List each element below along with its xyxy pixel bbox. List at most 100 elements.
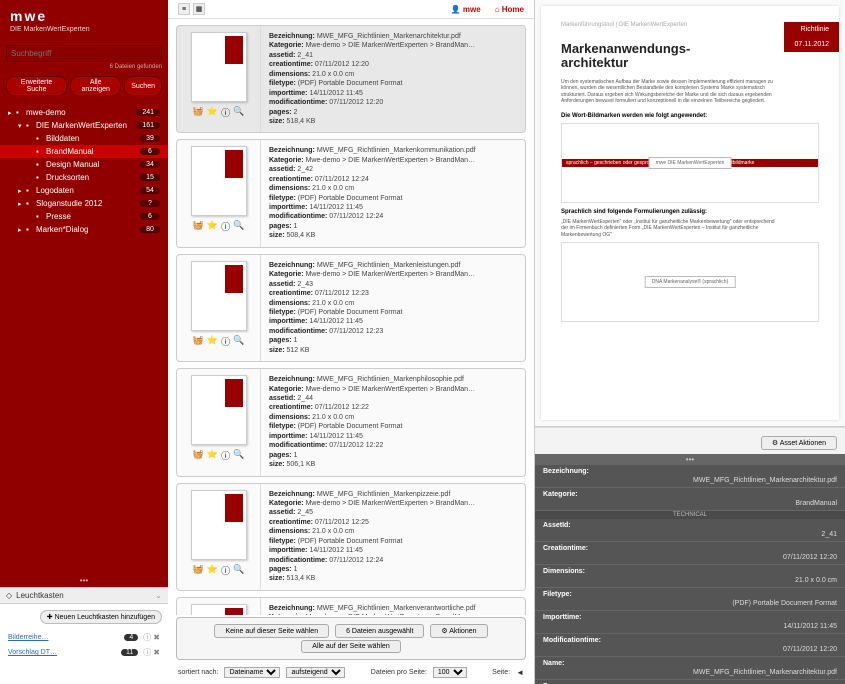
toggle-icon[interactable]: ▸ [8, 109, 16, 117]
zoom-icon[interactable]: 🔍 [233, 220, 244, 233]
tree-item[interactable]: ▸▪Marken*Dialog80 [0, 223, 168, 236]
preview-pane: Markenführungstool | DIE MarkenWertExper… [535, 0, 845, 427]
basket-icon[interactable]: 🧺 [193, 106, 204, 119]
delete-icon[interactable]: ✖ [153, 633, 160, 642]
doc-sub1: Die Wort-Bildmarken werden wie folgt ang… [561, 113, 819, 119]
tech-separator: TECHNICAL [535, 511, 845, 519]
tree-item[interactable]: ▪Drucksorten15 [0, 171, 168, 184]
zoom-icon[interactable]: 🔍 [233, 335, 244, 348]
detail-row: Dimensions:21.0 x 0.0 cm [535, 565, 845, 588]
info-icon[interactable]: ⓘ [221, 564, 230, 577]
home-link[interactable]: Home [495, 5, 524, 14]
selection-box: Keine auf dieser Seite wählen 6 Dateien … [176, 617, 526, 660]
lightbox-link[interactable]: Bilderreihe… [8, 634, 121, 641]
info-icon[interactable]: ⓘ [221, 106, 230, 119]
zoom-icon[interactable]: 🔍 [233, 106, 244, 119]
count-badge: 161 [136, 122, 160, 129]
result-card[interactable]: 🧺 ⭐ ⓘ 🔍 Bezeichnung: MWE_MFG_Richtlinien… [176, 25, 526, 133]
detail-row: Creationtime:07/11/2012 12:20 [535, 542, 845, 565]
search-button[interactable]: Suchen [124, 76, 162, 96]
basket-icon[interactable]: 🧺 [193, 220, 204, 233]
zoom-icon[interactable]: 🔍 [233, 564, 244, 577]
thumbnail-image[interactable] [191, 32, 247, 102]
count-badge: ? [140, 200, 160, 207]
thumbnail: 🧺 ⭐ ⓘ 🔍 [177, 140, 261, 246]
tree-item[interactable]: ▪BrandManual6 [0, 145, 168, 158]
asset-actions-button[interactable]: Asset Aktionen [761, 436, 837, 450]
basket-icon[interactable]: 🧺 [193, 335, 204, 348]
right-panel: Markenführungstool | DIE MarkenWertExper… [535, 0, 845, 684]
folder-tree: ▸▪mwe-demo241▾▪DIE MarkenWertExperten161… [0, 102, 168, 574]
star-icon[interactable]: ⭐ [207, 449, 218, 462]
tree-item[interactable]: ▪Presse6 [0, 210, 168, 223]
actions-button[interactable]: Aktionen [430, 624, 487, 638]
basket-icon[interactable]: 🧺 [193, 564, 204, 577]
result-card[interactable]: 🧺 ⭐ ⓘ 🔍 Bezeichnung: MWE_MFG_Richtlinien… [176, 368, 526, 476]
tree-item[interactable]: ▸▪mwe-demo241 [0, 106, 168, 119]
zoom-icon[interactable]: 🔍 [233, 449, 244, 462]
tree-label: Presse [46, 212, 140, 221]
tree-label: Marken*Dialog [36, 225, 140, 234]
delete-icon[interactable]: ✖ [153, 648, 160, 657]
lightbox-link[interactable]: Vorschlag DT… [8, 649, 118, 656]
folder-icon: ▪ [36, 212, 46, 221]
count-badge: 241 [136, 109, 160, 116]
select-none-button[interactable]: Keine auf dieser Seite wählen [214, 624, 329, 638]
result-card[interactable]: 🧺 ⭐ ⓘ 🔍 Bezeichnung: MWE_MFG_Richtlinien… [176, 139, 526, 247]
count-badge: 39 [140, 135, 160, 142]
doc-para2: „DIE MarkenWertExperten" oder „Institut … [561, 219, 779, 239]
tree-item[interactable]: ▪Design Manual34 [0, 158, 168, 171]
star-icon[interactable]: ⭐ [207, 564, 218, 577]
show-all-button[interactable]: Alle anzeigen [70, 76, 121, 96]
tree-item[interactable]: ▸▪Sloganstudie 2012? [0, 197, 168, 210]
result-card[interactable]: 🧺 ⭐ ⓘ 🔍 Bezeichnung: MWE_MFG_Richtlinien… [176, 254, 526, 362]
toggle-icon[interactable]: ▸ [18, 187, 26, 195]
info-icon[interactable]: ⓘ [221, 449, 230, 462]
page-prev-icon[interactable]: ◄ [516, 668, 524, 677]
thumbnail: 🧺 ⭐ ⓘ 🔍 [177, 369, 261, 475]
advanced-search-button[interactable]: Erweiterte Suche [6, 76, 67, 96]
tree-label: Design Manual [46, 160, 140, 169]
lightbox-header[interactable]: ◇ Leuchtkasten ⌄ [0, 587, 168, 604]
thumbnail-image[interactable] [191, 146, 247, 216]
info-icon[interactable]: ⓘ [221, 220, 230, 233]
detail-value: 2_41 [543, 531, 837, 538]
thumbnail-image[interactable] [191, 490, 247, 560]
add-lightbox-button[interactable]: ✚ Neuen Leuchtkasten hinzufügen [40, 610, 162, 624]
result-card[interactable]: 🧺 ⭐ ⓘ 🔍 Bezeichnung: MWE_MFG_Richtlinien… [176, 483, 526, 591]
view-grid-button[interactable]: ▦ [193, 3, 205, 15]
diagram-2: DNA Markenanalyse® (sprachlich) [561, 242, 819, 322]
detail-value: 07/11/2012 12:20 [543, 646, 837, 653]
info-icon[interactable]: ⓘ [221, 335, 230, 348]
basket-icon[interactable]: 🧺 [193, 449, 204, 462]
folder-icon: ▪ [36, 147, 46, 156]
collapse-icon[interactable]: ⌄ [155, 591, 162, 600]
user-link[interactable]: mwe [451, 5, 481, 14]
star-icon[interactable]: ⭐ [207, 220, 218, 233]
tree-item[interactable]: ▪Bilddaten39 [0, 132, 168, 145]
toggle-icon[interactable]: ▾ [18, 122, 26, 130]
tree-item[interactable]: ▸▪Logodaten54 [0, 184, 168, 197]
select-all-button[interactable]: Alle auf der Seite wählen [301, 640, 400, 653]
info-icon[interactable]: ⓘ [143, 647, 151, 658]
result-card[interactable]: 🧺 ⭐ ⓘ 🔍 Bezeichnung: MWE_MFG_Richtlinien… [176, 597, 526, 615]
toggle-icon[interactable]: ▸ [18, 200, 26, 208]
folder-icon: ▪ [36, 173, 46, 182]
search-input[interactable] [6, 45, 162, 62]
tree-item[interactable]: ▾▪DIE MarkenWertExperten161 [0, 119, 168, 132]
toggle-icon[interactable]: ▸ [18, 226, 26, 234]
sort-field-select[interactable]: Dateiname [224, 667, 280, 678]
per-page-select[interactable]: 100 [433, 667, 467, 678]
detail-value: MWE_MFG_Richtlinien_Markenarchitektur.pd… [543, 669, 837, 676]
view-list-button[interactable]: ≡ [178, 3, 190, 15]
star-icon[interactable]: ⭐ [207, 106, 218, 119]
star-icon[interactable]: ⭐ [207, 335, 218, 348]
info-icon[interactable]: ⓘ [143, 632, 151, 643]
thumbnail-image[interactable] [191, 604, 247, 615]
count-badge: 6 [140, 213, 160, 220]
thumbnail-image[interactable] [191, 261, 247, 331]
thumbnail-image[interactable] [191, 375, 247, 445]
folder-icon: ▪ [36, 134, 46, 143]
detail-label: Modificationtime: [543, 637, 837, 644]
sort-dir-select[interactable]: aufsteigend [286, 667, 345, 678]
